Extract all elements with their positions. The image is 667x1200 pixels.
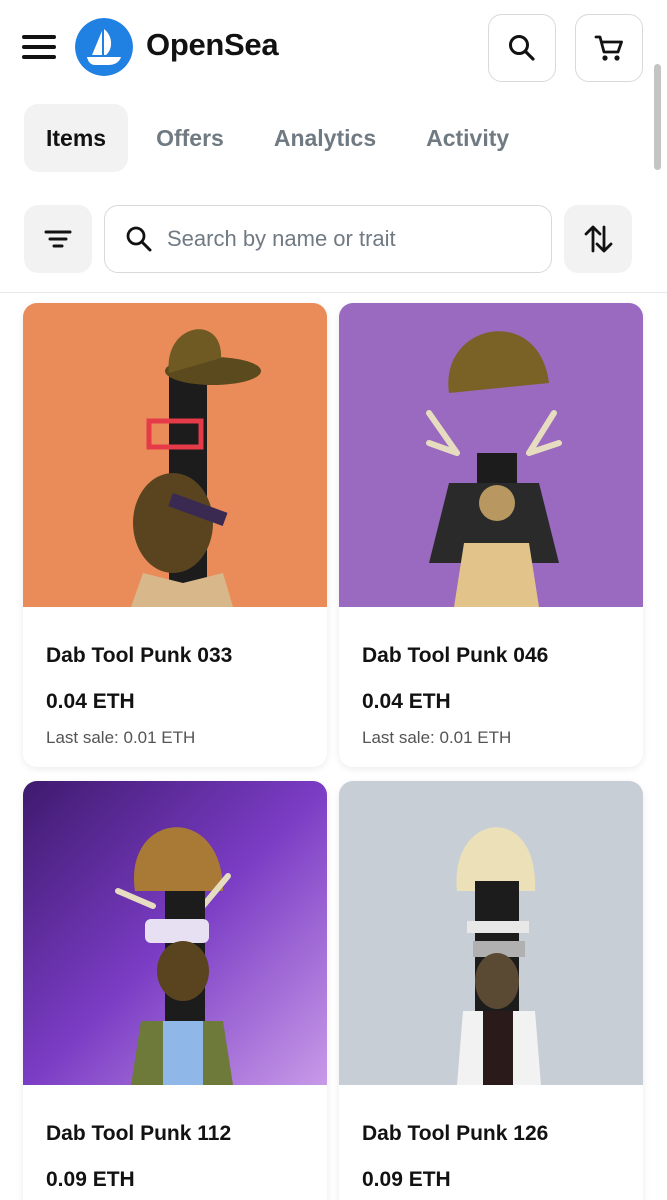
item-price: 0.09 ETH	[46, 1168, 135, 1191]
scrollbar[interactable]	[654, 64, 661, 170]
cart-icon	[594, 35, 623, 61]
brand-name[interactable]: OpenSea	[146, 27, 279, 63]
sort-icon	[584, 225, 613, 253]
tab-analytics[interactable]: Analytics	[252, 104, 398, 172]
page: OpenSea Items Offers Analytics Activity	[0, 0, 667, 1200]
search-field	[104, 205, 552, 273]
tab-activity[interactable]: Activity	[404, 104, 531, 172]
divider	[0, 292, 667, 293]
search-icon	[509, 35, 535, 61]
nft-card[interactable]: Dab Tool Punk 126 0.09 ETH	[339, 781, 643, 1200]
tab-offers[interactable]: Offers	[134, 104, 246, 172]
nft-card[interactable]: Dab Tool Punk 046 0.04 ETH Last sale: 0.…	[339, 303, 643, 767]
hamburger-menu-icon[interactable]	[18, 30, 60, 64]
top-header: OpenSea	[0, 0, 667, 94]
card-info: Dab Tool Punk 112 0.09 ETH	[23, 1090, 327, 1200]
tab-bar: Items Offers Analytics Activity	[24, 104, 537, 172]
sort-button[interactable]	[564, 205, 632, 273]
nft-image[interactable]	[339, 781, 643, 1085]
last-sale: Last sale: 0.01 ETH	[362, 728, 512, 747]
search-icon	[125, 225, 153, 253]
item-name: Dab Tool Punk 033	[46, 644, 233, 667]
nft-card[interactable]: Dab Tool Punk 033 0.04 ETH Last sale: 0.…	[23, 303, 327, 767]
cart-button[interactable]	[575, 14, 643, 82]
card-info: Dab Tool Punk 126 0.09 ETH	[339, 1090, 643, 1200]
card-info: Dab Tool Punk 033 0.04 ETH Last sale: 0.…	[23, 612, 327, 767]
item-name: Dab Tool Punk 126	[362, 1122, 549, 1145]
item-price: 0.04 ETH	[46, 690, 135, 713]
filter-button[interactable]	[24, 205, 92, 273]
item-price: 0.04 ETH	[362, 690, 451, 713]
filter-icon	[44, 230, 72, 248]
tab-items[interactable]: Items	[24, 104, 129, 172]
card-info: Dab Tool Punk 046 0.04 ETH Last sale: 0.…	[339, 612, 643, 767]
last-sale: Last sale: 0.01 ETH	[46, 728, 196, 747]
item-name: Dab Tool Punk 046	[362, 644, 549, 667]
nft-image[interactable]	[23, 781, 327, 1085]
search-input[interactable]	[167, 226, 507, 252]
item-name: Dab Tool Punk 112	[46, 1122, 232, 1145]
nft-card[interactable]: Dab Tool Punk 112 0.09 ETH	[23, 781, 327, 1200]
nft-image[interactable]	[23, 303, 327, 613]
item-price: 0.09 ETH	[362, 1168, 451, 1191]
opensea-logo-icon[interactable]	[75, 18, 133, 76]
search-button[interactable]	[488, 14, 556, 82]
nft-image[interactable]	[339, 303, 643, 607]
